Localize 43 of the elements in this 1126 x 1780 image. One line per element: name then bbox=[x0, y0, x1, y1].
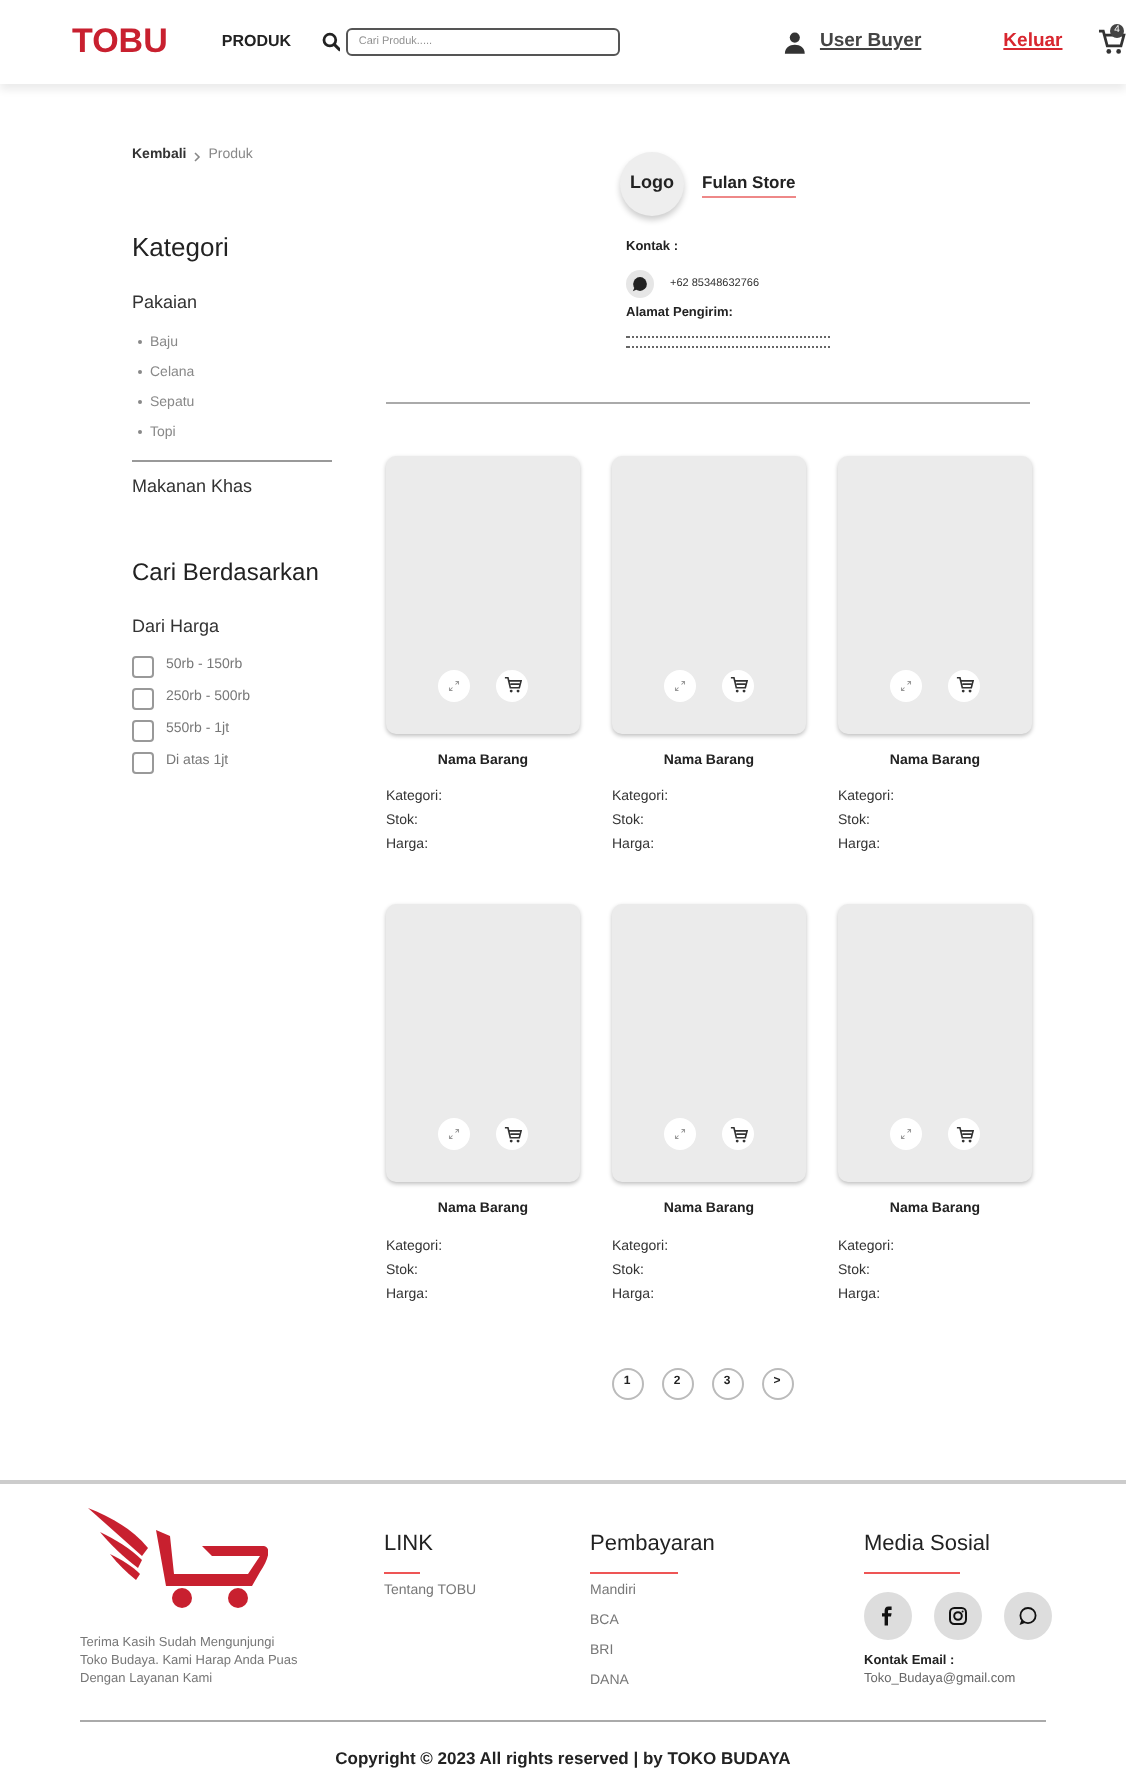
footer-column-heading: LINK bbox=[384, 1530, 435, 1560]
filter-group-label: Dari Harga bbox=[132, 614, 222, 640]
nav-link[interactable]: PRODUK bbox=[221, 30, 292, 54]
store-logo: Logo bbox=[620, 152, 684, 216]
footer-column-heading: Pembayaran bbox=[590, 1530, 717, 1560]
expand-icon bbox=[674, 679, 686, 691]
checkbox[interactable] bbox=[132, 751, 154, 773]
expand-icon bbox=[900, 1128, 912, 1140]
instagram-icon[interactable] bbox=[934, 1591, 982, 1639]
cart-icon bbox=[503, 676, 521, 694]
store-name: Fulan Store bbox=[702, 169, 796, 199]
add-to-cart-button[interactable] bbox=[948, 1118, 980, 1150]
checkbox[interactable] bbox=[132, 719, 154, 741]
logout-link[interactable]: Keluar bbox=[1003, 27, 1063, 57]
facebook-icon[interactable] bbox=[864, 1591, 912, 1639]
cart-icon bbox=[955, 1125, 973, 1143]
category-link[interactable]: Pakaian bbox=[132, 290, 332, 317]
add-to-cart-button[interactable] bbox=[722, 669, 754, 701]
logo-text[interactable]: TOBU bbox=[72, 16, 168, 68]
copyright-text: Copyright © 2023 All rights reserved | by TOKO BUDAYA bbox=[333, 1745, 793, 1771]
footer-column-heading: Media Sosial bbox=[864, 1530, 992, 1560]
checkbox[interactable] bbox=[132, 655, 154, 677]
checkbox[interactable] bbox=[132, 687, 154, 709]
filter-heading: Cari Berdasarkan bbox=[132, 556, 321, 590]
user-icon bbox=[784, 31, 806, 53]
chevron-right-icon bbox=[192, 151, 203, 162]
cart-icon[interactable] bbox=[1098, 28, 1126, 56]
add-to-cart-button[interactable] bbox=[948, 669, 980, 701]
expand-icon bbox=[674, 1128, 686, 1140]
cart-icon bbox=[503, 1125, 521, 1143]
expand-icon bbox=[900, 679, 912, 691]
add-to-cart-button[interactable] bbox=[722, 1118, 754, 1150]
add-to-cart-button[interactable] bbox=[496, 1118, 528, 1150]
user-link[interactable]: User Buyer bbox=[819, 27, 922, 57]
cart-icon bbox=[729, 676, 747, 694]
cart-icon bbox=[729, 1125, 747, 1143]
expand-icon bbox=[448, 679, 460, 691]
sidebar-heading: Kategori bbox=[132, 229, 231, 266]
expand-icon bbox=[448, 1128, 460, 1140]
add-to-cart-button[interactable] bbox=[496, 669, 528, 701]
category-link[interactable]: Makanan Khas bbox=[132, 473, 332, 500]
cart-icon bbox=[955, 676, 973, 694]
search-icon[interactable] bbox=[321, 32, 341, 52]
